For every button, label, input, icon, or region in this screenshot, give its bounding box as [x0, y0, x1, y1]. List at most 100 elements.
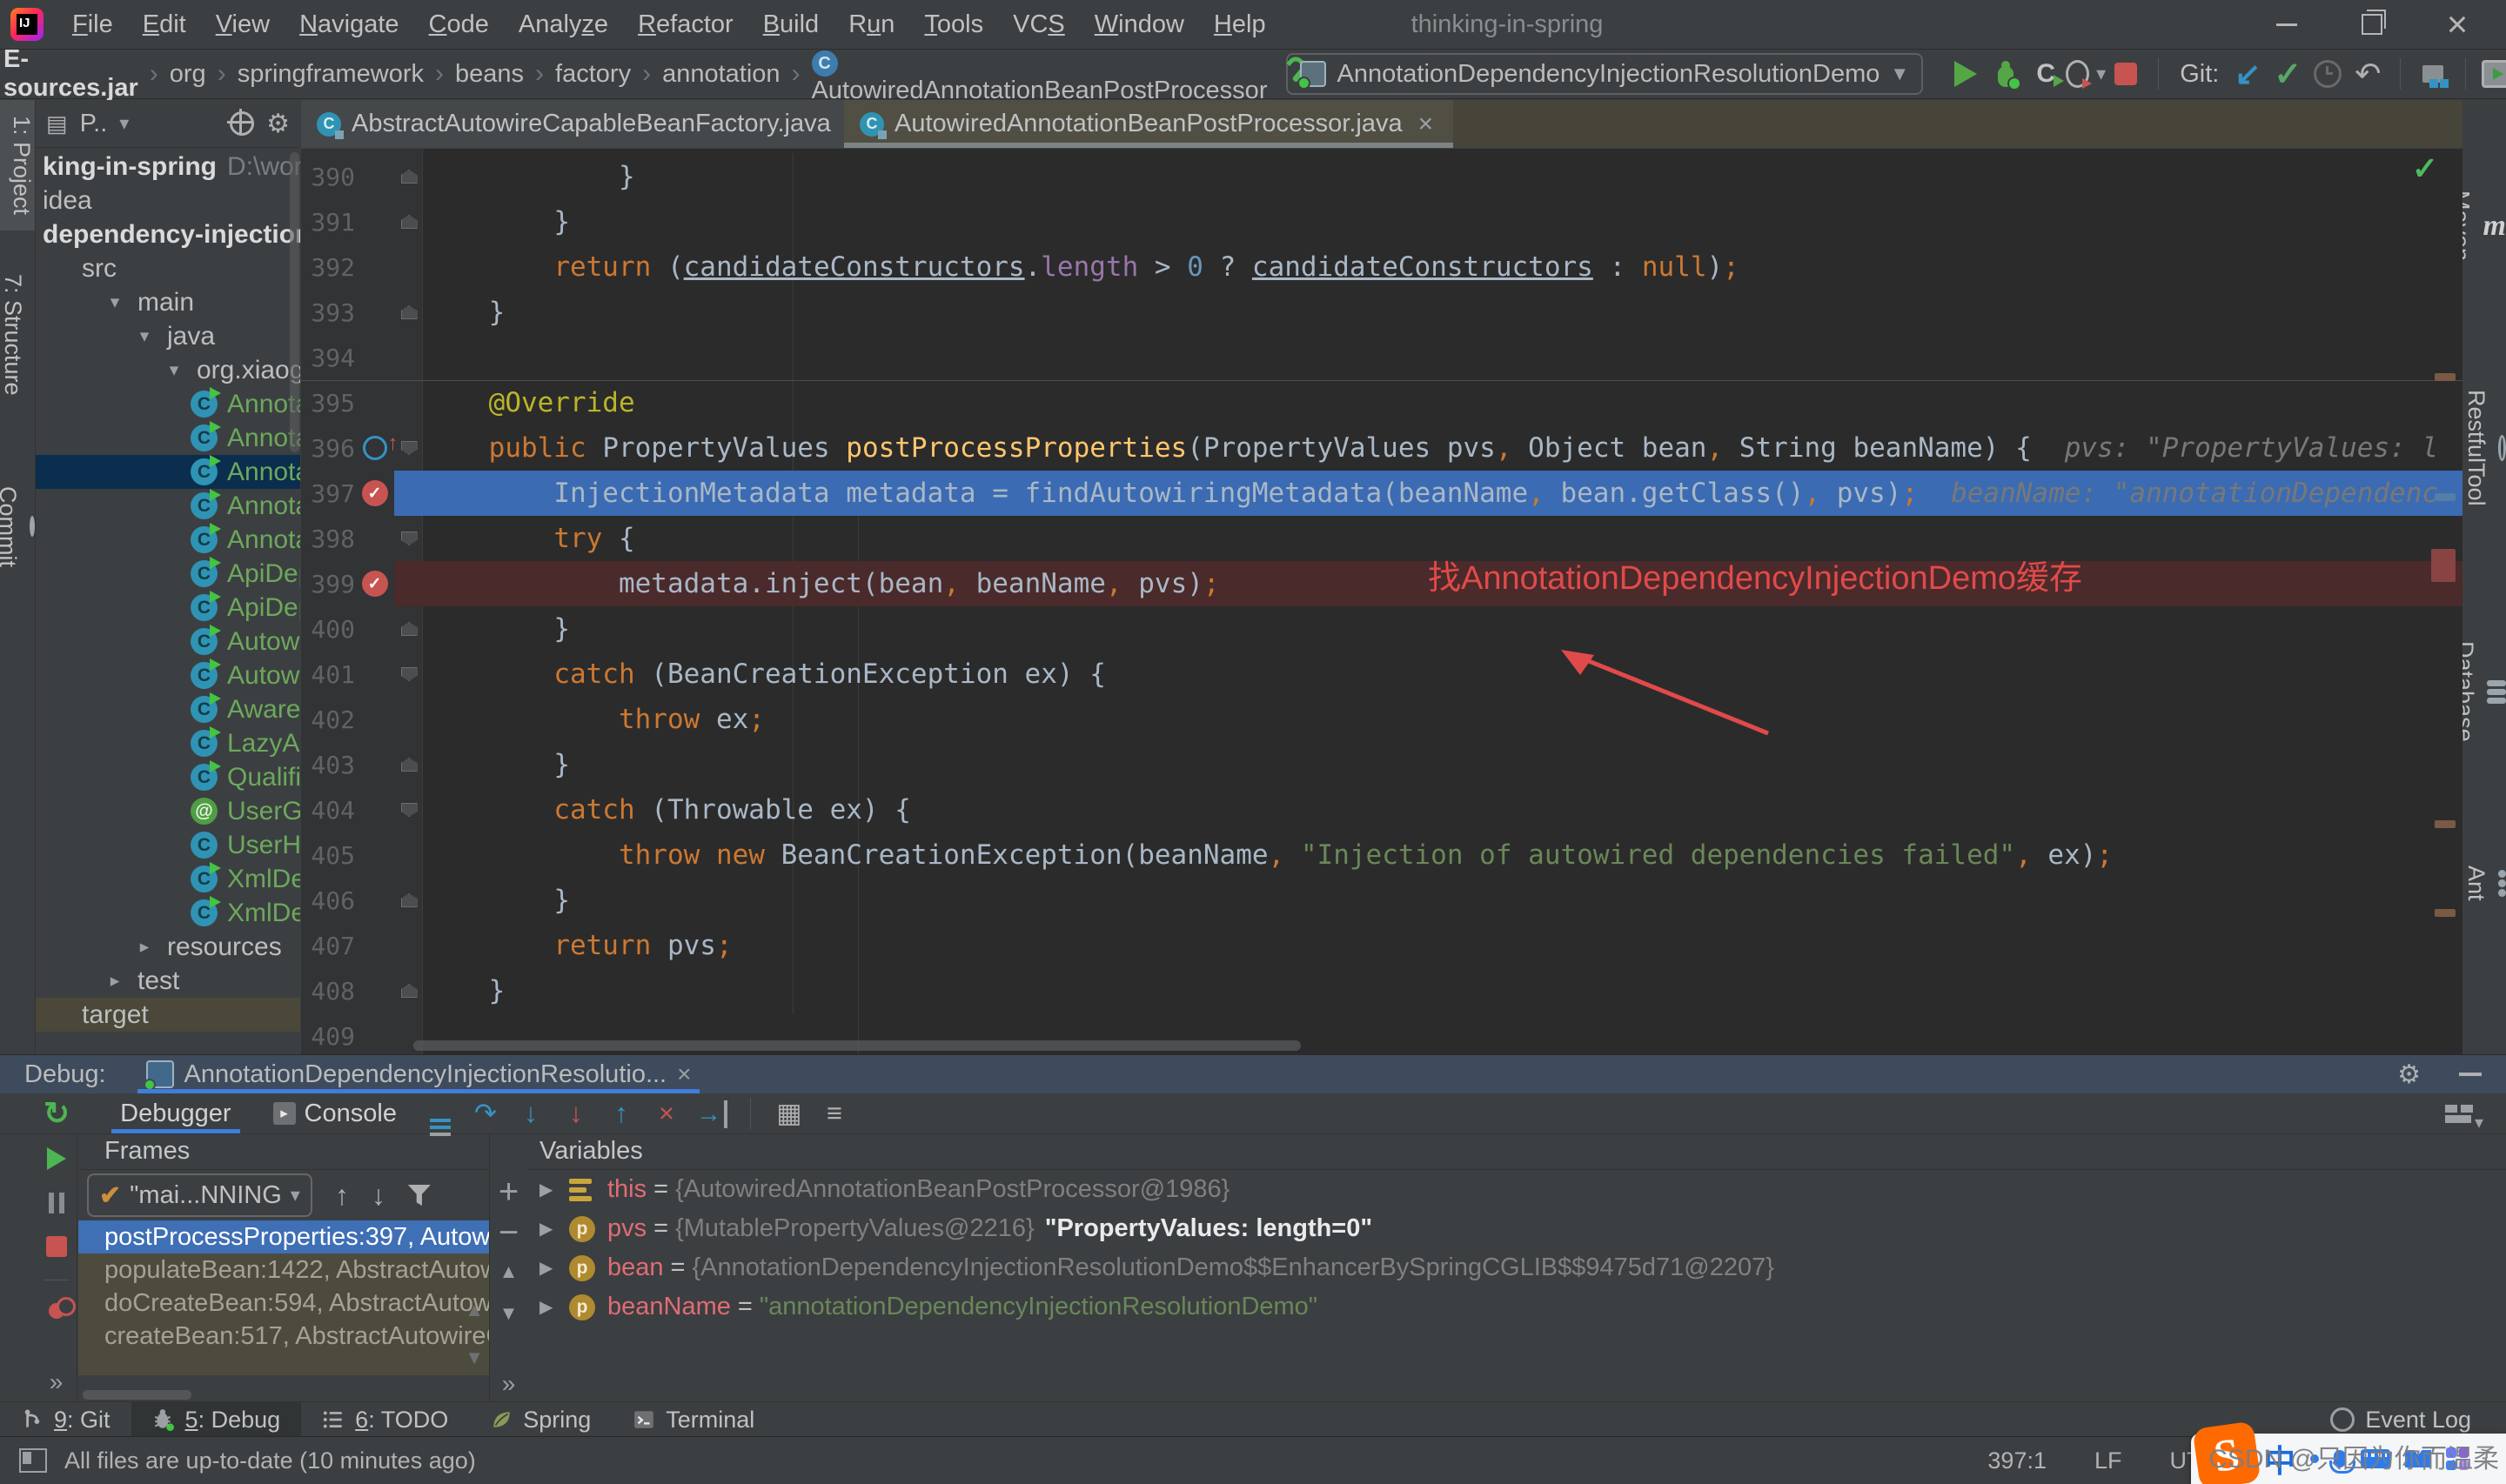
more-icon[interactable]: » [50, 1368, 64, 1396]
code-line-407[interactable]: 407 return pvs; [301, 923, 2462, 968]
force-step-into-icon[interactable]: ↓ [557, 1098, 595, 1129]
step-out-icon[interactable]: ↑ [602, 1098, 640, 1129]
git-rollback-button[interactable]: ↶ [2348, 55, 2388, 93]
sidebar-tab-maven[interactable]: m Maven [2462, 148, 2506, 304]
gear-icon[interactable]: ⚙ [266, 109, 290, 139]
menu-analyze[interactable]: Analyze [504, 10, 623, 39]
move-down-icon[interactable]: ▼ [499, 1302, 519, 1325]
frames-scrollbar[interactable] [83, 1390, 191, 1400]
resume-icon[interactable] [47, 1147, 66, 1170]
menu-edit[interactable]: Edit [128, 10, 201, 39]
project-scrollbar[interactable] [290, 152, 299, 452]
toolwindow-button-spring[interactable]: Spring [469, 1402, 612, 1437]
gear-icon[interactable]: ⚙ [2397, 1060, 2421, 1090]
project-view-label[interactable]: P.. [80, 110, 108, 138]
breadcrumb-item[interactable]: annotation [662, 60, 780, 89]
thread-select[interactable]: ✔ "mai...NNING ▾ [87, 1173, 312, 1217]
variable-row[interactable]: ▶pbean={AnnotationDependencyInjectionRes… [527, 1248, 2506, 1287]
tree-item-resources[interactable]: ▸resources [36, 930, 300, 964]
git-history-button[interactable] [2308, 55, 2348, 93]
breakpoint-icon[interactable]: ✓ [355, 480, 394, 506]
menu-tools[interactable]: Tools [909, 10, 998, 39]
tree-item-annotati[interactable]: CAnnotati [36, 523, 300, 557]
code-line-393[interactable]: 393 } [301, 290, 2462, 335]
sidebar-tab-project[interactable]: 1: Project [0, 100, 35, 231]
code-line-406[interactable]: 406 } [301, 878, 2462, 923]
tree-item-main[interactable]: ▾main [36, 285, 300, 319]
menu-run[interactable]: Run [834, 10, 909, 39]
menu-refactor[interactable]: Refactor [623, 10, 748, 39]
scroll-down-icon[interactable]: ▼ [465, 1347, 484, 1369]
toolwindow-toggle-icon[interactable] [19, 1448, 47, 1473]
project-structure-button[interactable] [2413, 55, 2453, 93]
toolwindow-button-todo[interactable]: 6: TODO [301, 1402, 469, 1437]
step-over-icon[interactable]: ↷ [466, 1098, 505, 1129]
stack-frame[interactable]: populateBean:1422, AbstractAutowi [78, 1253, 489, 1287]
tree-item-apidepe[interactable]: CApiDepe [36, 591, 300, 625]
chevron-right-icon[interactable]: ▸ [102, 970, 128, 992]
sidebar-tab-commit[interactable]: Commit [0, 465, 35, 587]
code-line-391[interactable]: 391 } [301, 199, 2462, 244]
chevron-down-icon[interactable]: ▾ [161, 359, 187, 381]
breadcrumb-item[interactable]: springframework [238, 60, 424, 89]
tab-debugger[interactable]: Debugger [103, 1093, 248, 1133]
tree-item-org.xiaoge.t[interactable]: ▾org.xiaoge.t [36, 353, 300, 387]
breadcrumb-item[interactable]: beans [455, 60, 524, 89]
code-line-404[interactable]: 404 catch (Throwable ex) { [301, 787, 2462, 832]
breadcrumb-item[interactable]: E-sources.jar [3, 45, 138, 103]
sidebar-tab-structure[interactable]: 7: Structure [0, 261, 35, 409]
code-line-396[interactable]: 396 public PropertyValues postProcessPro… [301, 425, 2462, 471]
tree-item-lazyann[interactable]: CLazyAnn [36, 726, 300, 760]
code-line-395[interactable]: 395 @Override [301, 380, 2462, 425]
variable-row[interactable]: ▶pbeanName="annotationDependencyInjectio… [527, 1287, 2506, 1327]
run-configuration-select[interactable]: AnnotationDependencyInjectionResolutionD… [1286, 53, 1923, 95]
stack-frame[interactable]: postProcessProperties:397, Autowir [78, 1220, 489, 1253]
tree-item-annotati[interactable]: CAnnotati [36, 387, 300, 421]
move-up-icon[interactable]: ▲ [499, 1260, 519, 1283]
run-anything-button[interactable] [2478, 55, 2506, 93]
layout-settings-icon[interactable] [2445, 1105, 2471, 1123]
stack-frame[interactable]: doCreateBean:594, AbstractAutowire [78, 1287, 489, 1320]
stop-button[interactable] [2106, 55, 2146, 93]
tree-item-autowiri[interactable]: CAutowiri [36, 658, 300, 692]
menu-help[interactable]: Help [1199, 10, 1281, 39]
tree-item-test[interactable]: ▸test [36, 964, 300, 998]
add-watch-icon[interactable]: + [499, 1179, 519, 1205]
breadcrumb-item[interactable]: CAutowiredAnnotationBeanPostProcessor [812, 43, 1268, 106]
close-icon[interactable]: × [677, 1060, 691, 1088]
tree-item-xmldepe[interactable]: CXmlDepe [36, 896, 300, 930]
tree-item-idea[interactable]: idea [36, 184, 300, 217]
stack-frame[interactable]: createBean:517, AbstractAutowireCa [78, 1320, 489, 1353]
fold-marker-icon[interactable] [394, 622, 424, 636]
code-line-408[interactable]: 408 } [301, 968, 2462, 1013]
caret-position[interactable]: 397:1 [1987, 1447, 2047, 1474]
tree-item-qualifier[interactable]: CQualifier [36, 760, 300, 794]
code-editor[interactable]: 390 }391 }392 return (candidateConstruct… [301, 149, 2462, 1054]
toolwindow-button-terminal[interactable]: Terminal [612, 1402, 775, 1437]
toolwindow-button-git[interactable]: 9: Git [0, 1402, 131, 1437]
step-into-icon[interactable]: ↓ [512, 1098, 550, 1129]
sidebar-tab-database[interactable]: Database [2462, 605, 2506, 779]
breadcrumb-item[interactable]: org [170, 60, 206, 89]
fold-marker-icon[interactable] [394, 215, 424, 229]
tree-item-annotati[interactable]: CAnnotati [36, 421, 300, 455]
tree-item-userhol[interactable]: CUserHol [36, 828, 300, 862]
tab-console[interactable]: ▸Console [256, 1093, 414, 1133]
tree-item-autowiri[interactable]: CAutowiri [36, 625, 300, 658]
scroll-up-icon[interactable]: ▲ [465, 1299, 484, 1321]
variable-row[interactable]: ▶ppvs={MutablePropertyValues@2216}"Prope… [527, 1209, 2506, 1248]
fold-marker-icon[interactable] [394, 305, 424, 319]
sidebar-tab-ant[interactable]: Ant [2462, 831, 2506, 935]
debug-session-tab[interactable]: AnnotationDependencyInjectionResolutio..… [137, 1055, 700, 1093]
chevron-right-icon[interactable]: ▶ [539, 1179, 569, 1200]
chevron-right-icon[interactable]: ▶ [539, 1218, 569, 1240]
menu-navigate[interactable]: Navigate [285, 10, 413, 39]
rerun-icon[interactable]: ↻ [44, 1095, 70, 1132]
code-line-390[interactable]: 390 } [301, 154, 2462, 199]
chevron-down-icon[interactable]: ▾ [119, 112, 129, 135]
frame-down-icon[interactable]: ↓ [372, 1180, 385, 1212]
tree-item-usergrou[interactable]: @UserGrou [36, 794, 300, 828]
chevron-down-icon[interactable]: ▾ [102, 291, 128, 313]
sidebar-tab-restfultool[interactable]: RestfulTool [2462, 352, 2506, 544]
debug-button[interactable] [1986, 55, 2026, 93]
